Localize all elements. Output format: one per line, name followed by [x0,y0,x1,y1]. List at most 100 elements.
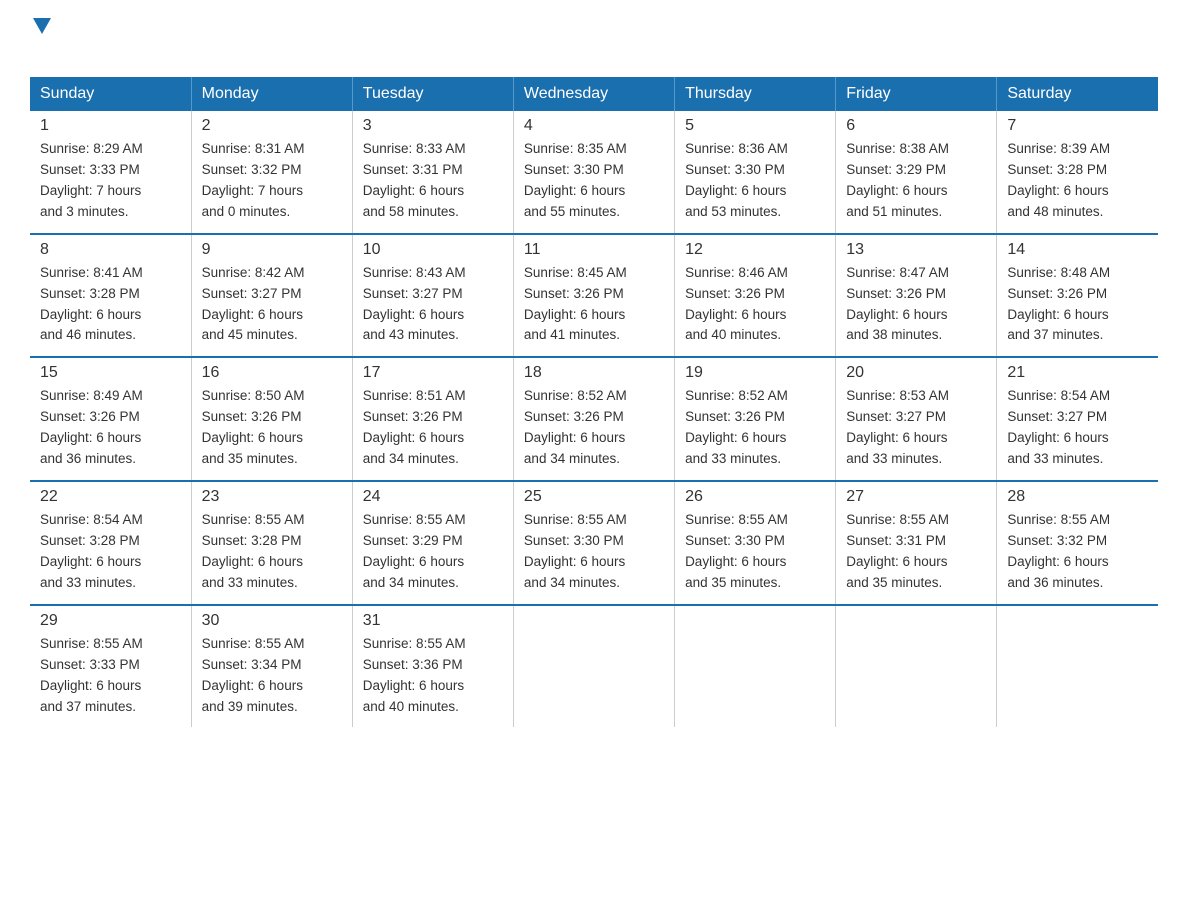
day-cell: 19 Sunrise: 8:52 AMSunset: 3:26 PMDayligh… [675,357,836,481]
logo [30,20,51,67]
empty-day-cell [675,605,836,728]
day-number: 15 [40,364,181,382]
day-cell: 11 Sunrise: 8:45 AMSunset: 3:26 PMDayligh… [513,234,674,358]
day-number: 14 [1007,241,1148,259]
day-number: 5 [685,117,825,135]
day-number: 30 [202,612,342,630]
day-cell: 31 Sunrise: 8:55 AMSunset: 3:36 PMDayligh… [352,605,513,728]
day-cell: 21 Sunrise: 8:54 AMSunset: 3:27 PMDayligh… [997,357,1158,481]
weekday-header-row: SundayMondayTuesdayWednesdayThursdayFrid… [30,77,1158,111]
weekday-header-friday: Friday [836,77,997,111]
day-info: Sunrise: 8:55 AMSunset: 3:28 PMDaylight:… [202,510,342,594]
day-cell: 9 Sunrise: 8:42 AMSunset: 3:27 PMDaylight… [191,234,352,358]
day-info: Sunrise: 8:55 AMSunset: 3:30 PMDaylight:… [685,510,825,594]
day-info: Sunrise: 8:36 AMSunset: 3:30 PMDaylight:… [685,139,825,223]
day-cell: 26 Sunrise: 8:55 AMSunset: 3:30 PMDayligh… [675,481,836,605]
day-info: Sunrise: 8:45 AMSunset: 3:26 PMDaylight:… [524,263,664,347]
day-cell: 5 Sunrise: 8:36 AMSunset: 3:30 PMDaylight… [675,111,836,234]
day-number: 31 [363,612,503,630]
calendar-week-row: 22 Sunrise: 8:54 AMSunset: 3:28 PMDayligh… [30,481,1158,605]
day-cell: 15Sunrise: 8:49 AMSunset: 3:26 PMDayligh… [30,357,191,481]
calendar-table: SundayMondayTuesdayWednesdayThursdayFrid… [30,77,1158,727]
day-number: 26 [685,488,825,506]
day-number: 24 [363,488,503,506]
day-cell: 4Sunrise: 8:35 AMSunset: 3:30 PMDaylight… [513,111,674,234]
calendar-week-row: 1 Sunrise: 8:29 AMSunset: 3:33 PMDaylight… [30,111,1158,234]
day-info: Sunrise: 8:38 AMSunset: 3:29 PMDaylight:… [846,139,986,223]
day-number: 22 [40,488,181,506]
day-number: 29 [40,612,181,630]
day-cell: 17Sunrise: 8:51 AMSunset: 3:26 PMDayligh… [352,357,513,481]
day-number: 3 [363,117,503,135]
day-cell: 13Sunrise: 8:47 AMSunset: 3:26 PMDayligh… [836,234,997,358]
day-cell: 28 Sunrise: 8:55 AMSunset: 3:32 PMDayligh… [997,481,1158,605]
weekday-header-sunday: Sunday [30,77,191,111]
day-info: Sunrise: 8:31 AMSunset: 3:32 PMDaylight:… [202,139,342,223]
day-info: Sunrise: 8:55 AMSunset: 3:34 PMDaylight:… [202,634,342,718]
day-cell: 12 Sunrise: 8:46 AMSunset: 3:26 PMDayligh… [675,234,836,358]
day-info: Sunrise: 8:51 AMSunset: 3:26 PMDaylight:… [363,386,503,470]
day-number: 18 [524,364,664,382]
day-info: Sunrise: 8:50 AMSunset: 3:26 PMDaylight:… [202,386,342,470]
day-number: 25 [524,488,664,506]
day-cell: 2 Sunrise: 8:31 AMSunset: 3:32 PMDaylight… [191,111,352,234]
day-number: 6 [846,117,986,135]
weekday-header-wednesday: Wednesday [513,77,674,111]
day-info: Sunrise: 8:55 AMSunset: 3:32 PMDaylight:… [1007,510,1148,594]
day-info: Sunrise: 8:39 AMSunset: 3:28 PMDaylight:… [1007,139,1148,223]
empty-day-cell [997,605,1158,728]
day-cell: 18 Sunrise: 8:52 AMSunset: 3:26 PMDayligh… [513,357,674,481]
day-cell: 20 Sunrise: 8:53 AMSunset: 3:27 PMDayligh… [836,357,997,481]
day-info: Sunrise: 8:47 AMSunset: 3:26 PMDaylight:… [846,263,986,347]
day-number: 1 [40,117,181,135]
day-info: Sunrise: 8:43 AMSunset: 3:27 PMDaylight:… [363,263,503,347]
day-info: Sunrise: 8:52 AMSunset: 3:26 PMDaylight:… [524,386,664,470]
day-cell: 30 Sunrise: 8:55 AMSunset: 3:34 PMDayligh… [191,605,352,728]
day-number: 19 [685,364,825,382]
day-number: 16 [202,364,342,382]
day-info: Sunrise: 8:29 AMSunset: 3:33 PMDaylight:… [40,139,181,223]
day-info: Sunrise: 8:55 AMSunset: 3:30 PMDaylight:… [524,510,664,594]
day-info: Sunrise: 8:55 AMSunset: 3:33 PMDaylight:… [40,634,181,718]
day-number: 28 [1007,488,1148,506]
empty-day-cell [513,605,674,728]
day-number: 11 [524,241,664,259]
calendar-week-row: 29 Sunrise: 8:55 AMSunset: 3:33 PMDayligh… [30,605,1158,728]
day-info: Sunrise: 8:54 AMSunset: 3:28 PMDaylight:… [40,510,181,594]
empty-day-cell [836,605,997,728]
day-cell: 22 Sunrise: 8:54 AMSunset: 3:28 PMDayligh… [30,481,191,605]
day-cell: 24Sunrise: 8:55 AMSunset: 3:29 PMDayligh… [352,481,513,605]
day-cell: 10 Sunrise: 8:43 AMSunset: 3:27 PMDayligh… [352,234,513,358]
logo-triangle-icon [33,18,51,34]
day-info: Sunrise: 8:55 AMSunset: 3:36 PMDaylight:… [363,634,503,718]
day-number: 8 [40,241,181,259]
day-cell: 16 Sunrise: 8:50 AMSunset: 3:26 PMDayligh… [191,357,352,481]
weekday-header-thursday: Thursday [675,77,836,111]
day-cell: 14 Sunrise: 8:48 AMSunset: 3:26 PMDayligh… [997,234,1158,358]
day-info: Sunrise: 8:42 AMSunset: 3:27 PMDaylight:… [202,263,342,347]
calendar-week-row: 8 Sunrise: 8:41 AMSunset: 3:28 PMDaylight… [30,234,1158,358]
calendar-week-row: 15Sunrise: 8:49 AMSunset: 3:26 PMDayligh… [30,357,1158,481]
day-number: 10 [363,241,503,259]
day-info: Sunrise: 8:53 AMSunset: 3:27 PMDaylight:… [846,386,986,470]
weekday-header-saturday: Saturday [997,77,1158,111]
day-info: Sunrise: 8:48 AMSunset: 3:26 PMDaylight:… [1007,263,1148,347]
day-cell: 27 Sunrise: 8:55 AMSunset: 3:31 PMDayligh… [836,481,997,605]
day-info: Sunrise: 8:55 AMSunset: 3:31 PMDaylight:… [846,510,986,594]
day-info: Sunrise: 8:54 AMSunset: 3:27 PMDaylight:… [1007,386,1148,470]
day-cell: 7Sunrise: 8:39 AMSunset: 3:28 PMDaylight… [997,111,1158,234]
day-number: 23 [202,488,342,506]
day-number: 2 [202,117,342,135]
day-number: 21 [1007,364,1148,382]
weekday-header-tuesday: Tuesday [352,77,513,111]
day-info: Sunrise: 8:52 AMSunset: 3:26 PMDaylight:… [685,386,825,470]
day-cell: 6 Sunrise: 8:38 AMSunset: 3:29 PMDaylight… [836,111,997,234]
day-number: 9 [202,241,342,259]
day-info: Sunrise: 8:46 AMSunset: 3:26 PMDaylight:… [685,263,825,347]
day-cell: 23 Sunrise: 8:55 AMSunset: 3:28 PMDayligh… [191,481,352,605]
day-number: 27 [846,488,986,506]
day-cell: 29 Sunrise: 8:55 AMSunset: 3:33 PMDayligh… [30,605,191,728]
day-info: Sunrise: 8:41 AMSunset: 3:28 PMDaylight:… [40,263,181,347]
day-number: 12 [685,241,825,259]
day-number: 20 [846,364,986,382]
